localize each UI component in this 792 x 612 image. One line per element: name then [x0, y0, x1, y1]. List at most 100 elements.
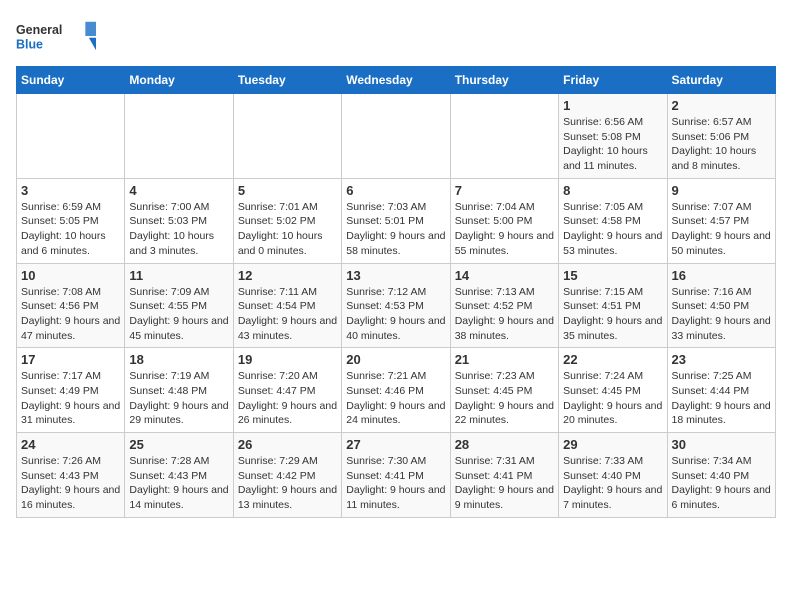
calendar-cell: 20Sunrise: 7:21 AMSunset: 4:46 PMDayligh…: [342, 348, 450, 433]
day-number: 8: [563, 183, 662, 198]
calendar-cell: 10 Sunrise: 7:08 AMSunset: 4:56 PMDayligh…: [17, 263, 125, 348]
day-info: Sunrise: 7:21 AMSunset: 4:46 PMDaylight:…: [346, 369, 445, 428]
svg-text:Blue: Blue: [16, 37, 43, 51]
day-number: 21: [455, 352, 554, 367]
day-info: Sunrise: 7:19 AMSunset: 4:48 PMDaylight:…: [129, 369, 228, 428]
day-number: 3: [21, 183, 120, 198]
logo: General Blue: [16, 16, 96, 56]
header: General Blue: [16, 16, 776, 56]
logo-svg: General Blue: [16, 16, 96, 56]
day-number: 30: [672, 437, 771, 452]
day-info: Sunrise: 7:00 AMSunset: 5:03 PMDaylight:…: [129, 200, 228, 259]
calendar-cell: [17, 94, 125, 179]
calendar-cell: 22 Sunrise: 7:24 AMSunset: 4:45 PMDayligh…: [559, 348, 667, 433]
calendar-cell: 27Sunrise: 7:30 AMSunset: 4:41 PMDayligh…: [342, 433, 450, 518]
day-info: Sunrise: 7:17 AMSunset: 4:49 PMDaylight:…: [21, 369, 120, 428]
day-number: 6: [346, 183, 445, 198]
calendar-cell: 15Sunrise: 7:15 AMSunset: 4:51 PMDayligh…: [559, 263, 667, 348]
day-info: Sunrise: 7:09 AMSunset: 4:55 PMDaylight:…: [129, 285, 228, 344]
day-number: 19: [238, 352, 337, 367]
day-info: Sunrise: 7:04 AMSunset: 5:00 PMDaylight:…: [455, 200, 554, 259]
day-number: 2: [672, 98, 771, 113]
day-info: Sunrise: 7:01 AMSunset: 5:02 PMDaylight:…: [238, 200, 337, 259]
calendar-cell: [450, 94, 558, 179]
day-info: Sunrise: 7:16 AMSunset: 4:50 PMDaylight:…: [672, 285, 771, 344]
day-info: Sunrise: 7:26 AMSunset: 4:43 PMDaylight:…: [21, 454, 120, 513]
calendar-cell: 23Sunrise: 7:25 AMSunset: 4:44 PMDayligh…: [667, 348, 775, 433]
day-info: Sunrise: 7:11 AMSunset: 4:54 PMDaylight:…: [238, 285, 337, 344]
week-row-2: 3 Sunrise: 6:59 AMSunset: 5:05 PMDaylight…: [17, 178, 776, 263]
day-info: Sunrise: 7:07 AMSunset: 4:57 PMDaylight:…: [672, 200, 771, 259]
day-number: 1: [563, 98, 662, 113]
day-number: 9: [672, 183, 771, 198]
calendar-cell: 25 Sunrise: 7:28 AMSunset: 4:43 PMDayligh…: [125, 433, 233, 518]
day-number: 28: [455, 437, 554, 452]
calendar-body: 1Sunrise: 6:56 AMSunset: 5:08 PMDaylight…: [17, 94, 776, 518]
day-info: Sunrise: 7:05 AMSunset: 4:58 PMDaylight:…: [563, 200, 662, 259]
calendar-cell: 4 Sunrise: 7:00 AMSunset: 5:03 PMDaylight…: [125, 178, 233, 263]
calendar-cell: 1Sunrise: 6:56 AMSunset: 5:08 PMDaylight…: [559, 94, 667, 179]
calendar-cell: 30 Sunrise: 7:34 AMSunset: 4:40 PMDayligh…: [667, 433, 775, 518]
calendar-cell: 9 Sunrise: 7:07 AMSunset: 4:57 PMDaylight…: [667, 178, 775, 263]
calendar-cell: [233, 94, 341, 179]
header-cell-thursday: Thursday: [450, 67, 558, 94]
day-number: 10: [21, 268, 120, 283]
day-number: 24: [21, 437, 120, 452]
calendar-cell: 12 Sunrise: 7:11 AMSunset: 4:54 PMDayligh…: [233, 263, 341, 348]
calendar-cell: 5Sunrise: 7:01 AMSunset: 5:02 PMDaylight…: [233, 178, 341, 263]
calendar-cell: 21 Sunrise: 7:23 AMSunset: 4:45 PMDayligh…: [450, 348, 558, 433]
week-row-4: 17 Sunrise: 7:17 AMSunset: 4:49 PMDayligh…: [17, 348, 776, 433]
week-row-1: 1Sunrise: 6:56 AMSunset: 5:08 PMDaylight…: [17, 94, 776, 179]
calendar-cell: 13 Sunrise: 7:12 AMSunset: 4:53 PMDayligh…: [342, 263, 450, 348]
header-row: SundayMondayTuesdayWednesdayThursdayFrid…: [17, 67, 776, 94]
header-cell-wednesday: Wednesday: [342, 67, 450, 94]
day-info: Sunrise: 7:23 AMSunset: 4:45 PMDaylight:…: [455, 369, 554, 428]
calendar-cell: 11Sunrise: 7:09 AMSunset: 4:55 PMDayligh…: [125, 263, 233, 348]
day-number: 12: [238, 268, 337, 283]
day-number: 25: [129, 437, 228, 452]
header-cell-friday: Friday: [559, 67, 667, 94]
day-number: 23: [672, 352, 771, 367]
calendar-cell: 16Sunrise: 7:16 AMSunset: 4:50 PMDayligh…: [667, 263, 775, 348]
day-info: Sunrise: 7:30 AMSunset: 4:41 PMDaylight:…: [346, 454, 445, 513]
header-cell-tuesday: Tuesday: [233, 67, 341, 94]
day-number: 7: [455, 183, 554, 198]
calendar-cell: 26Sunrise: 7:29 AMSunset: 4:42 PMDayligh…: [233, 433, 341, 518]
calendar-cell: [342, 94, 450, 179]
calendar-cell: 7 Sunrise: 7:04 AMSunset: 5:00 PMDaylight…: [450, 178, 558, 263]
calendar-cell: 17 Sunrise: 7:17 AMSunset: 4:49 PMDayligh…: [17, 348, 125, 433]
day-number: 14: [455, 268, 554, 283]
calendar-header: SundayMondayTuesdayWednesdayThursdayFrid…: [17, 67, 776, 94]
calendar-cell: 28 Sunrise: 7:31 AMSunset: 4:41 PMDayligh…: [450, 433, 558, 518]
header-cell-monday: Monday: [125, 67, 233, 94]
day-number: 13: [346, 268, 445, 283]
day-number: 17: [21, 352, 120, 367]
day-info: Sunrise: 7:34 AMSunset: 4:40 PMDaylight:…: [672, 454, 771, 513]
calendar-cell: 29 Sunrise: 7:33 AMSunset: 4:40 PMDayligh…: [559, 433, 667, 518]
day-info: Sunrise: 7:31 AMSunset: 4:41 PMDaylight:…: [455, 454, 554, 513]
day-info: Sunrise: 7:33 AMSunset: 4:40 PMDaylight:…: [563, 454, 662, 513]
day-number: 15: [563, 268, 662, 283]
week-row-3: 10 Sunrise: 7:08 AMSunset: 4:56 PMDayligh…: [17, 263, 776, 348]
week-row-5: 24 Sunrise: 7:26 AMSunset: 4:43 PMDayligh…: [17, 433, 776, 518]
day-number: 26: [238, 437, 337, 452]
calendar-cell: 8 Sunrise: 7:05 AMSunset: 4:58 PMDaylight…: [559, 178, 667, 263]
day-info: Sunrise: 6:59 AMSunset: 5:05 PMDaylight:…: [21, 200, 120, 259]
day-number: 22: [563, 352, 662, 367]
day-info: Sunrise: 7:24 AMSunset: 4:45 PMDaylight:…: [563, 369, 662, 428]
calendar-cell: 18 Sunrise: 7:19 AMSunset: 4:48 PMDayligh…: [125, 348, 233, 433]
day-info: Sunrise: 7:03 AMSunset: 5:01 PMDaylight:…: [346, 200, 445, 259]
calendar-cell: 24 Sunrise: 7:26 AMSunset: 4:43 PMDayligh…: [17, 433, 125, 518]
calendar-cell: 14 Sunrise: 7:13 AMSunset: 4:52 PMDayligh…: [450, 263, 558, 348]
day-info: Sunrise: 7:13 AMSunset: 4:52 PMDaylight:…: [455, 285, 554, 344]
day-info: Sunrise: 7:08 AMSunset: 4:56 PMDaylight:…: [21, 285, 120, 344]
day-info: Sunrise: 7:12 AMSunset: 4:53 PMDaylight:…: [346, 285, 445, 344]
day-number: 18: [129, 352, 228, 367]
calendar-cell: [125, 94, 233, 179]
day-number: 29: [563, 437, 662, 452]
day-info: Sunrise: 6:57 AMSunset: 5:06 PMDaylight:…: [672, 115, 771, 174]
calendar-cell: 2 Sunrise: 6:57 AMSunset: 5:06 PMDaylight…: [667, 94, 775, 179]
day-info: Sunrise: 7:28 AMSunset: 4:43 PMDaylight:…: [129, 454, 228, 513]
calendar-cell: 19Sunrise: 7:20 AMSunset: 4:47 PMDayligh…: [233, 348, 341, 433]
day-number: 4: [129, 183, 228, 198]
